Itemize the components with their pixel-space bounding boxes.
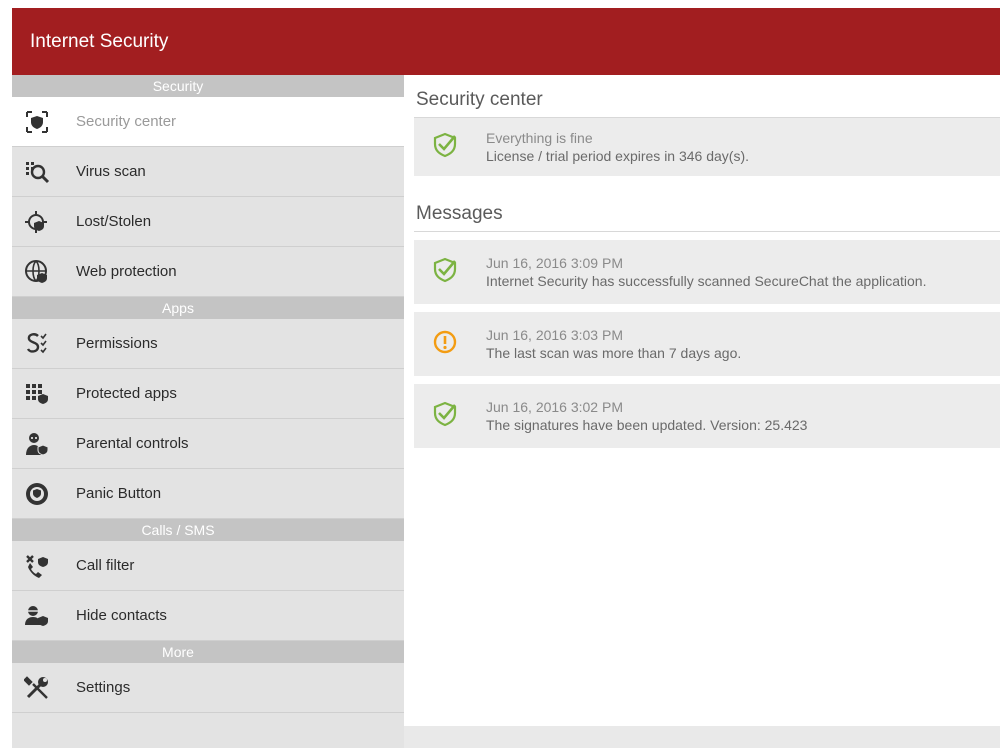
section-header-calls-sms: Calls / SMS [12, 519, 404, 541]
sidebar: Security Security center Virus scan Lost… [12, 75, 404, 748]
warning-icon [414, 329, 486, 360]
sidebar-item-panic-button[interactable]: Panic Button [12, 469, 404, 519]
message-text: The last scan was more than 7 days ago. [486, 345, 742, 361]
section-header-more: More [12, 641, 404, 663]
message-text: The signatures have been updated. Versio… [486, 417, 808, 433]
sidebar-item-label: Settings [76, 679, 131, 696]
message-time: Jun 16, 2016 3:02 PM [486, 399, 623, 415]
section-header-apps: Apps [12, 297, 404, 319]
sidebar-item-hide-contacts[interactable]: Hide contacts [12, 591, 404, 641]
app-title: Internet Security [30, 30, 169, 52]
virus-scan-icon [24, 159, 50, 185]
security-center-title: Security center [416, 89, 543, 110]
call-filter-icon [24, 553, 50, 579]
main-content: Security center Everything is fine Licen… [404, 75, 1000, 748]
message-text: Internet Security has successfully scann… [486, 273, 927, 289]
message-item[interactable]: Jun 16, 2016 3:03 PM The last scan was m… [414, 312, 1000, 376]
messages-title: Messages [416, 203, 503, 224]
sidebar-item-label: Call filter [76, 557, 135, 574]
message-time: Jun 16, 2016 3:09 PM [486, 255, 623, 271]
lost-stolen-icon [24, 209, 50, 235]
sidebar-item-call-filter[interactable]: Call filter [12, 541, 404, 591]
top-strip [0, 0, 1000, 8]
sidebar-item-web-protection[interactable]: Web protection [12, 247, 404, 297]
status-line-2: License / trial period expires in 346 da… [486, 148, 750, 164]
message-item[interactable]: Jun 16, 2016 3:09 PM Internet Security h… [414, 240, 1000, 304]
sidebar-item-protected-apps[interactable]: Protected apps [12, 369, 404, 419]
sidebar-item-label: Web protection [76, 263, 177, 280]
check-shield-icon [414, 132, 486, 163]
sidebar-item-parental-controls[interactable]: Parental controls [12, 419, 404, 469]
app-bar: Internet Security [12, 8, 1000, 75]
sidebar-item-lost-stolen[interactable]: Lost/Stolen [12, 197, 404, 247]
parental-controls-icon [24, 431, 50, 457]
sidebar-item-label: Hide contacts [76, 607, 167, 624]
panic-button-icon [24, 481, 50, 507]
sidebar-item-label: Security center [76, 113, 177, 130]
sidebar-item-security-center[interactable]: Security center [12, 97, 404, 147]
status-card[interactable]: Everything is fine License / trial perio… [414, 118, 1000, 176]
status-line-1: Everything is fine [486, 130, 593, 146]
divider [414, 231, 1000, 232]
message-time: Jun 16, 2016 3:03 PM [486, 327, 623, 343]
sidebar-item-label: Panic Button [76, 485, 162, 502]
sidebar-item-label: Lost/Stolen [76, 213, 152, 230]
bottom-bar [404, 726, 1000, 748]
check-shield-icon [414, 257, 486, 288]
check-shield-icon [414, 401, 486, 432]
protected-apps-icon [24, 381, 50, 407]
sidebar-item-label: Permissions [76, 335, 158, 352]
sidebar-item-settings[interactable]: Settings [12, 663, 404, 713]
wrench-screwdriver-icon [24, 675, 50, 701]
globe-shield-icon [24, 259, 50, 285]
sidebar-item-permissions[interactable]: Permissions [12, 319, 404, 369]
sidebar-item-virus-scan[interactable]: Virus scan [12, 147, 404, 197]
section-header-security: Security [12, 75, 404, 97]
message-item[interactable]: Jun 16, 2016 3:02 PM The signatures have… [414, 384, 1000, 448]
left-strip [0, 8, 12, 748]
permissions-icon [24, 331, 50, 357]
sidebar-item-label: Parental controls [76, 435, 189, 452]
hide-contacts-icon [24, 603, 50, 629]
sidebar-item-label: Virus scan [76, 163, 146, 180]
sidebar-item-label: Protected apps [76, 385, 177, 402]
shield-scan-icon [24, 109, 50, 135]
